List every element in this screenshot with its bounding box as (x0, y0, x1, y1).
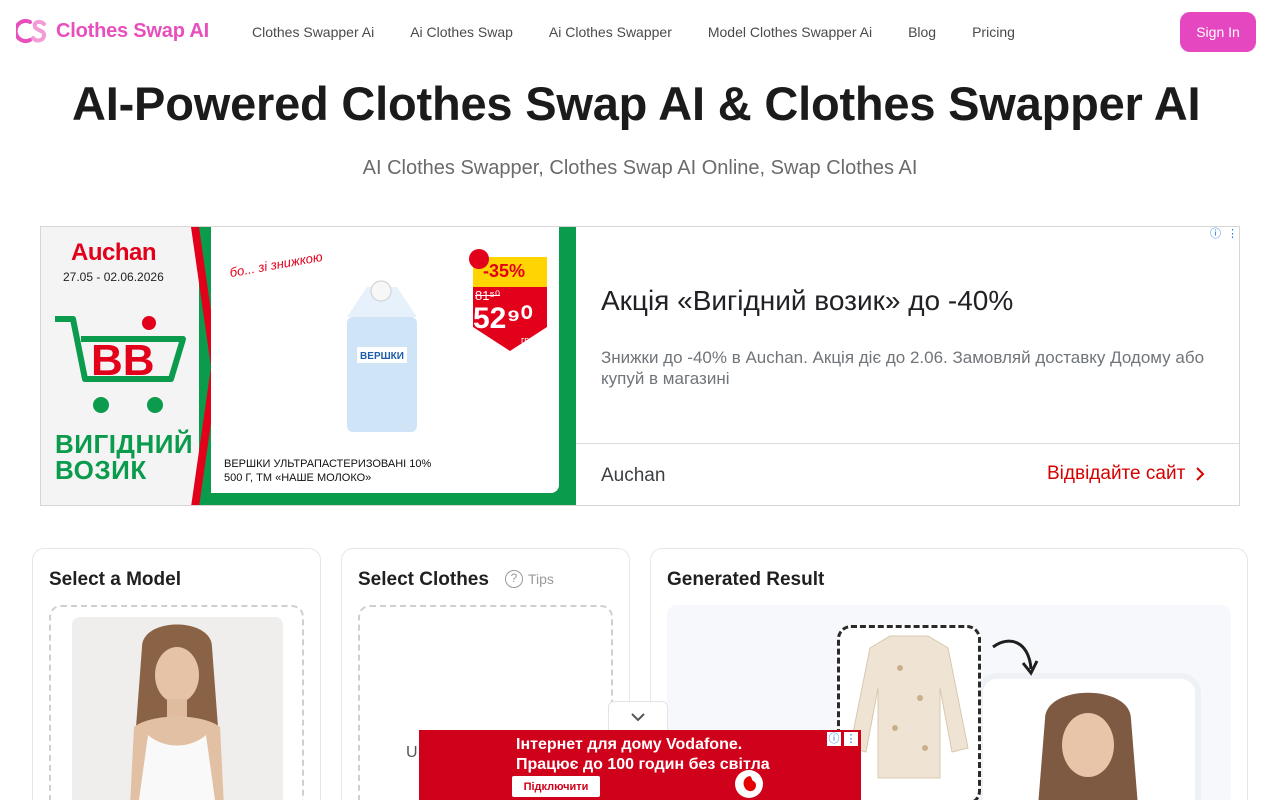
page-subtitle: AI Clothes Swapper, Clothes Swap AI Onli… (362, 157, 918, 179)
clothes-panel-title: Select Clothes (358, 569, 489, 590)
chevron-right-icon (1196, 467, 1205, 481)
sign-in-button[interactable]: Sign In (1180, 12, 1256, 52)
curved-arrow-icon (992, 639, 1039, 676)
bottom-ad-text: Інтернет для дому Vodafone. Працює до 10… (516, 735, 770, 775)
more-options-icon[interactable]: ⋮ (844, 732, 858, 746)
connect-button[interactable]: Підключити (512, 776, 600, 797)
nav-link-clothes-swapper-ai[interactable]: Clothes Swapper Ai (252, 24, 374, 40)
more-options-icon[interactable]: ⋮ (1226, 228, 1239, 241)
ad-divider (576, 443, 1239, 444)
result-panel-title: Generated Result (667, 569, 825, 590)
ad-advertiser: Auchan (601, 465, 666, 486)
product-details-line: 500 Г, ТМ «НАШЕ МОЛОКО» (224, 472, 372, 484)
nav-link-pricing[interactable]: Pricing (972, 24, 1015, 40)
page-title: AI-Powered Clothes Swap AI & Clothes Swa… (72, 77, 1201, 130)
svg-text:ВЕРШКИ: ВЕРШКИ (360, 351, 404, 362)
nav-links: Clothes Swapper Ai Ai Clothes Swap Ai Cl… (252, 24, 1051, 40)
campaign-logo-text: ВИГІДНИЙ ВОЗИК (55, 429, 194, 485)
visit-site-label: Відвідайте сайт (1047, 463, 1186, 484)
tips-link[interactable]: ? Tips (505, 570, 554, 588)
ad-dates: 27.05 - 02.06.2026 (63, 270, 164, 284)
ad-choices[interactable]: ⓘ ⋮ (1209, 228, 1239, 241)
bottom-ad-line-1: Інтернет для дому Vodafone. (516, 736, 743, 753)
model-image (72, 617, 283, 800)
new-price: 52⁹⁰ (473, 302, 533, 335)
ad-description: Знижки до -40% в Auchan. Акція діє до 2.… (601, 348, 1205, 388)
tips-label: Tips (528, 571, 554, 587)
vodafone-logo-icon (735, 770, 763, 798)
currency: грн (521, 335, 535, 345)
nav-link-ai-clothes-swapper[interactable]: Ai Clothes Swapper (549, 24, 672, 40)
svg-text:BB: BB (91, 336, 155, 385)
chevron-down-icon (631, 712, 645, 721)
collapse-ad-button[interactable] (608, 701, 668, 731)
upload-label-partial: U (406, 744, 418, 761)
product-name-line: ВЕРШКИ УЛЬТРАПАСТЕРИЗОВАНІ 10% (224, 458, 432, 470)
question-icon: ? (505, 570, 523, 588)
milk-carton-icon: ВЕРШКИ (347, 280, 417, 432)
ad-headline[interactable]: Акція «Вигідний возик» до -40% (601, 285, 1013, 317)
ad-banner[interactable]: Auchan 27.05 - 02.06.2026 BB ВИГІДНИЙ ВО… (40, 226, 1240, 506)
model-panel: Select a Model (32, 548, 321, 800)
price-tag: -35% 81⁵⁰ 52⁹⁰ грн (469, 243, 549, 353)
logo-text: Clothes Swap AI (56, 19, 209, 42)
bottom-ad[interactable]: Інтернет для дому Vodafone. Працює до 10… (419, 730, 861, 800)
top-navigation: Clothes Swap AI Clothes Swapper Ai Ai Cl… (0, 0, 1280, 64)
model-dropzone[interactable] (49, 605, 304, 800)
auchan-logo: Auchan (71, 239, 157, 266)
logo[interactable]: Clothes Swap AI (16, 16, 209, 46)
discount-badge: -35% (483, 261, 526, 281)
bottom-ad-choices[interactable]: ⓘ ⋮ (827, 732, 858, 746)
logo-icon (16, 19, 47, 43)
result-person-image (983, 679, 1195, 800)
ad-image[interactable]: Auchan 27.05 - 02.06.2026 BB ВИГІДНИЙ ВО… (41, 227, 576, 505)
nav-link-model-clothes-swapper-ai[interactable]: Model Clothes Swapper Ai (708, 24, 872, 40)
nav-link-ai-clothes-swap[interactable]: Ai Clothes Swap (410, 24, 513, 40)
bottom-ad-line-2: Працює до 100 годин без світла (516, 756, 770, 773)
model-panel-title: Select a Model (49, 569, 181, 590)
info-icon[interactable]: ⓘ (827, 732, 841, 746)
model-photo[interactable] (72, 617, 283, 800)
info-icon[interactable]: ⓘ (1209, 228, 1222, 241)
shopping-cart-icon: BB (55, 316, 186, 413)
product-name: ВЕРШКИ УЛЬТРАПАСТЕРИЗОВАНІ 10% 500 Г, ТМ… (224, 457, 431, 485)
nav-link-blog[interactable]: Blog (908, 24, 936, 40)
visit-site-button[interactable]: Відвідайте сайт (1047, 463, 1205, 485)
